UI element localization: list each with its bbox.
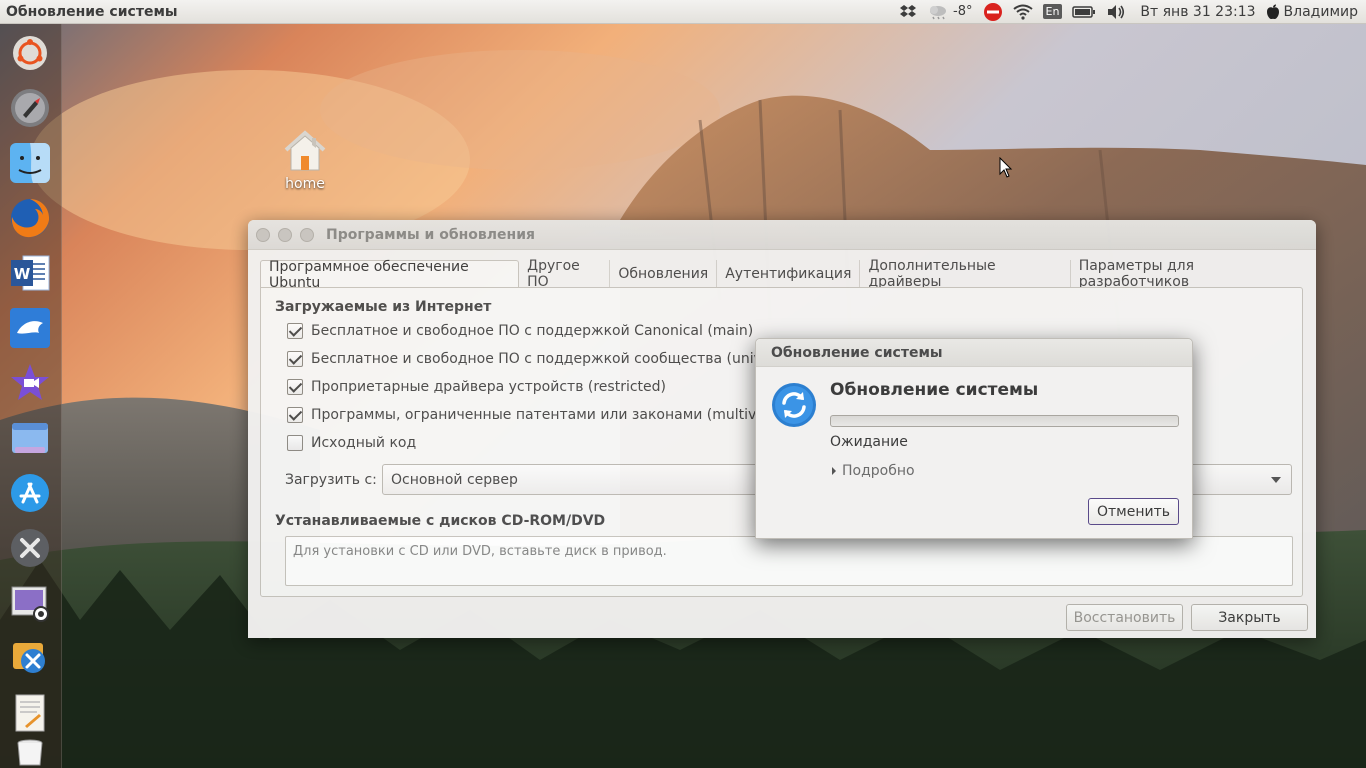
cdrom-section-title: Устанавливаемые с дисков CD-ROM/DVD [275,513,606,529]
window-title: Программы и обновления [326,226,536,243]
close-window-button[interactable] [256,227,270,242]
internet-section-title: Загружаемые из Интернет [275,299,492,315]
source-multiverse-checkbox[interactable] [287,407,303,423]
system-tools-icon[interactable] [7,525,53,571]
apple-icon[interactable] [1266,0,1280,24]
cdrom-list[interactable]: Для установки с CD или DVD, вставьте дис… [285,536,1293,586]
firefox-icon[interactable] [7,195,53,241]
ubuntu-dash-icon[interactable] [7,30,53,76]
tab-ubuntu-software[interactable]: Программное обеспечение Ubuntu [260,259,520,291]
details-expander[interactable]: Подробно [830,463,915,479]
top-panel: Обновление системы -8° En Вт янв 31 23:1… [0,0,1366,24]
imovie-icon[interactable] [7,360,53,406]
user-menu[interactable]: Владимир [1284,4,1358,20]
active-app-title: Обновление системы [6,3,178,20]
revert-button[interactable]: Восстановить [1066,604,1183,631]
messenger-icon[interactable] [7,305,53,351]
tab-updates[interactable]: Обновления [610,260,718,288]
refresh-icon [770,381,818,433]
dialog-titlebar[interactable]: Обновление системы [756,339,1192,367]
source-universe-checkbox[interactable] [287,351,303,367]
temperature-label: -8° [953,4,973,19]
window-titlebar[interactable]: Программы и обновления [248,220,1316,250]
source-main-checkbox[interactable] [287,323,303,339]
source-universe-row[interactable]: Бесплатное и свободное ПО с поддержкой с… [287,351,784,367]
source-universe-label: Бесплатное и свободное ПО с поддержкой с… [311,351,784,367]
finder-icon[interactable] [7,140,53,186]
clock[interactable]: Вт янв 31 23:13 [1140,4,1255,20]
download-server-value: Основной сервер [391,471,518,488]
app-store-icon[interactable] [7,470,53,516]
tab-other-software[interactable]: Другое ПО [519,258,611,290]
maximize-window-button[interactable] [300,227,314,242]
keyboard-layout-icon[interactable]: En [1042,0,1063,24]
home-folder-label: home [285,176,325,192]
update-status: Ожидание [830,434,908,450]
weather-indicator[interactable]: -8° [927,0,973,24]
source-restricted-checkbox[interactable] [287,379,303,395]
mouse-cursor-icon [999,156,1013,183]
text-editor-icon[interactable] [7,690,53,736]
wifi-icon[interactable] [1012,0,1033,24]
home-folder-icon[interactable]: home [270,128,340,192]
close-button[interactable]: Закрыть [1191,604,1308,631]
source-main-label: Бесплатное и свободное ПО с поддержкой C… [311,323,754,339]
indicator-area: -8° En Вт янв 31 23:13 Владимир [889,0,1366,24]
launchpad-icon[interactable] [7,85,53,131]
details-label: Подробно [842,463,915,479]
source-restricted-row[interactable]: Проприетарные драйвера устройств (restri… [287,379,666,395]
chevron-right-icon [832,467,836,475]
source-main-row[interactable]: Бесплатное и свободное ПО с поддержкой C… [287,323,753,339]
tab-authentication[interactable]: Аутентификация [717,260,861,288]
keyboard-layout-label: En [1042,4,1063,19]
xcode-tools-icon[interactable] [7,635,53,681]
battery-icon[interactable] [1072,0,1096,24]
source-code-label: Исходный код [311,435,417,451]
source-restricted-label: Проприетарные драйвера устройств (restri… [311,379,666,395]
launcher: W [0,24,62,768]
files-icon[interactable] [7,415,53,461]
trash-icon[interactable] [7,734,53,768]
tab-developer-options[interactable]: Параметры для разработчиков [1071,258,1304,290]
no-entry-icon[interactable] [983,0,1003,24]
source-multiverse-row[interactable]: Программы, ограниченные патентами или за… [287,407,778,423]
weather-icon [930,5,947,19]
word-icon[interactable]: W [7,250,53,296]
source-code-row[interactable]: Исходный код [287,435,416,451]
update-progress-bar [830,415,1179,427]
chevron-down-icon [1271,477,1281,483]
source-code-checkbox[interactable] [287,435,303,451]
system-update-dialog: Обновление системы Обновление системы Ож… [755,338,1193,539]
minimize-window-button[interactable] [278,227,292,242]
cancel-button[interactable]: Отменить [1088,498,1179,525]
download-from-label: Загрузить с: [285,471,377,488]
window-button-bar: Восстановить Закрыть [1058,604,1308,631]
svg-text:W: W [14,265,31,283]
tab-bar: Программное обеспечение Ubuntu Другое ПО… [260,258,1304,291]
volume-icon[interactable] [1106,0,1126,24]
dropbox-icon[interactable] [899,0,917,24]
source-multiverse-label: Программы, ограниченные патентами или за… [311,407,778,423]
dialog-heading: Обновление системы [830,380,1039,400]
house-icon [284,130,326,171]
cdrom-hint: Для установки с CD или DVD, вставьте дис… [293,544,667,559]
screenshot-icon[interactable] [7,580,53,626]
tab-additional-drivers[interactable]: Дополнительные драйверы [860,258,1071,290]
